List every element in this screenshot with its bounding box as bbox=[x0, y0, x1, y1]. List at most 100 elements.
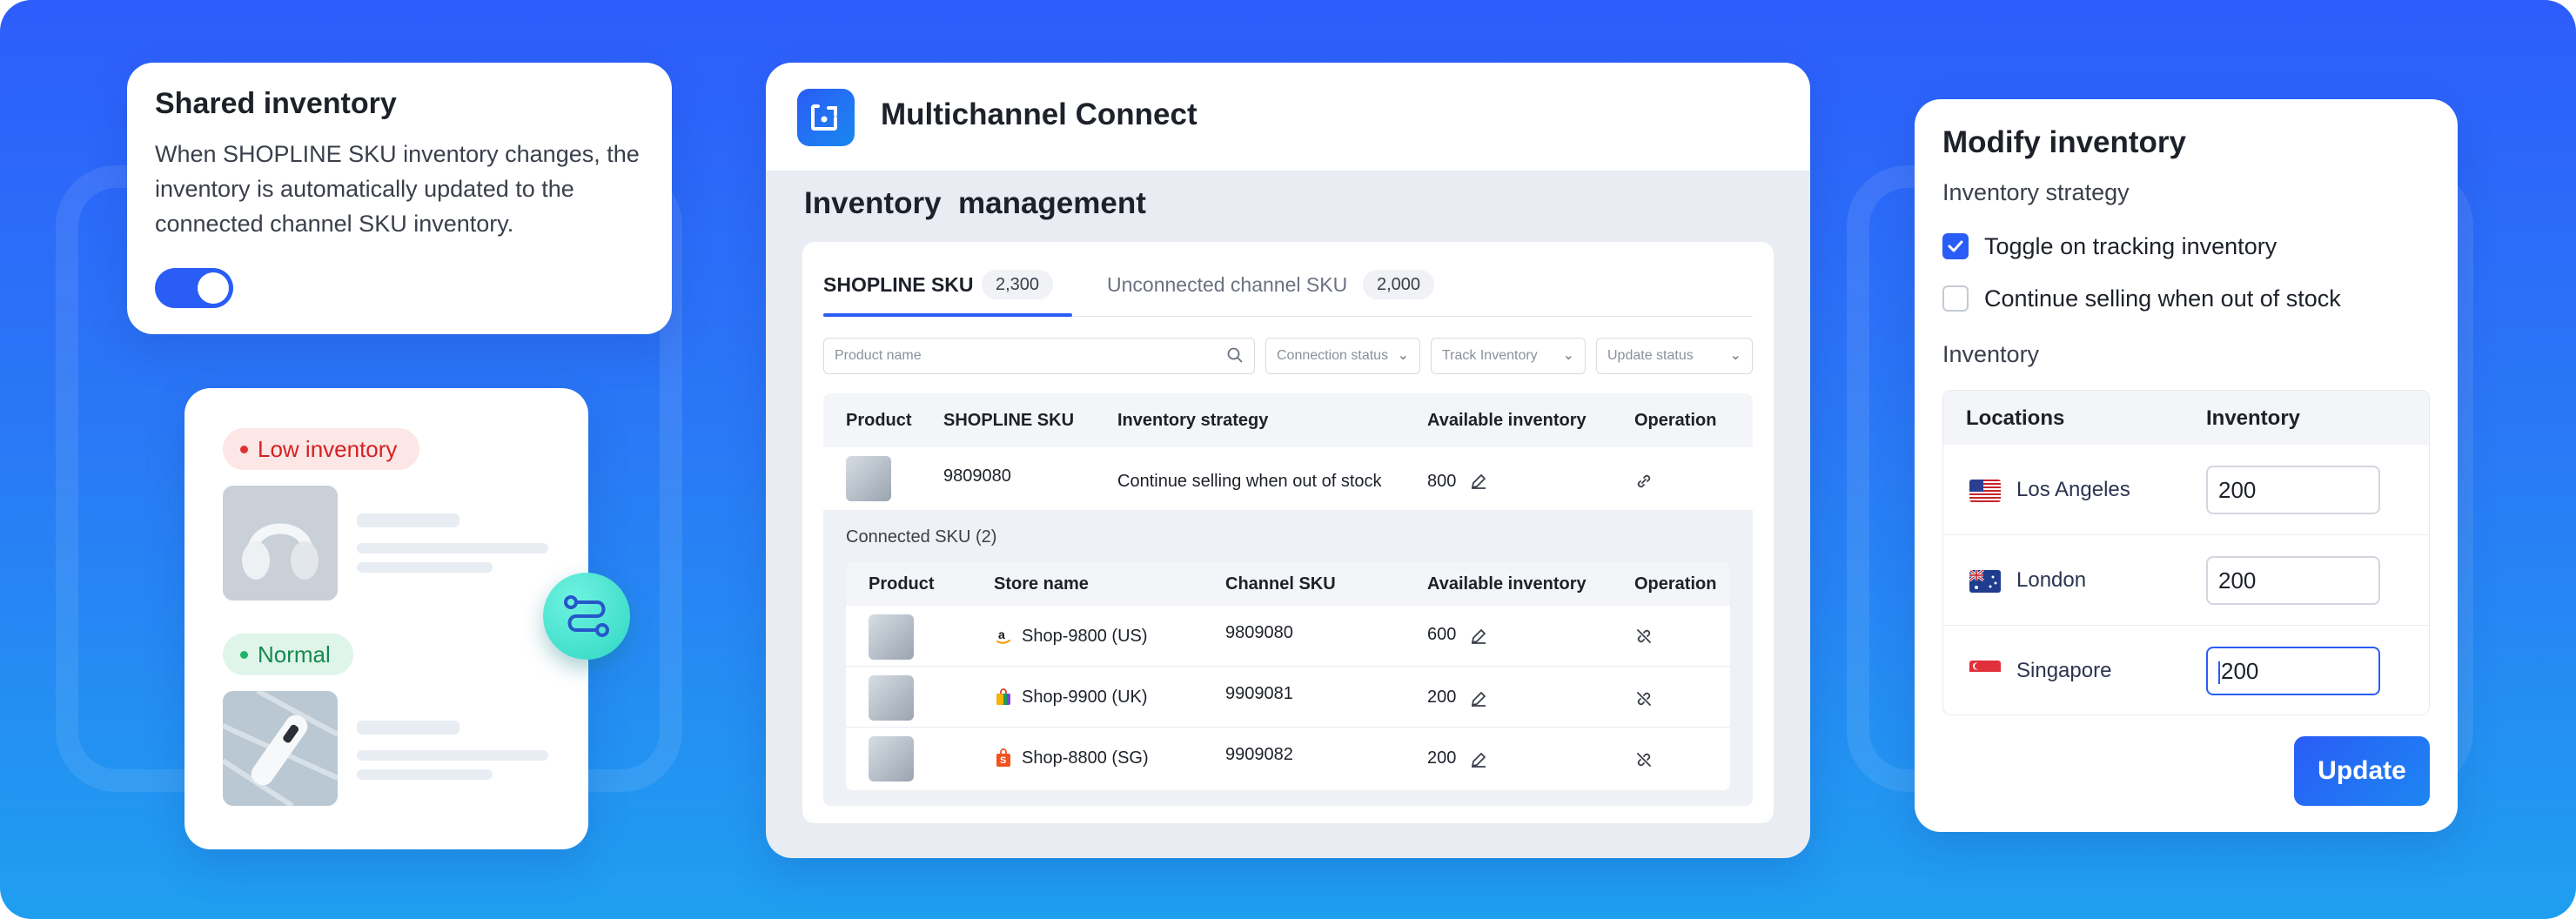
product-thumbnail bbox=[869, 675, 914, 721]
table-row[interactable]: 9809080 Continue selling when out of sto… bbox=[823, 447, 1753, 510]
product-thumbnail bbox=[869, 614, 914, 660]
strategy-cell: Continue selling when out of stock bbox=[1117, 472, 1382, 491]
search-icon bbox=[1227, 347, 1243, 363]
inventory-strategy-label: Inventory strategy bbox=[1942, 179, 2130, 205]
toggle-knob bbox=[198, 272, 229, 304]
skeleton-line bbox=[357, 769, 493, 780]
track-inventory-select[interactable]: Track Inventory ⌄ bbox=[1431, 338, 1586, 374]
shared-inventory-description: When SHOPLINE SKU inventory changes, the… bbox=[155, 141, 640, 237]
location-row: Singapore 200 bbox=[1943, 626, 2429, 714]
column-header: Operation bbox=[1634, 411, 1717, 430]
available-cell: 200 bbox=[1427, 748, 1457, 768]
chevron-down-icon: ⌄ bbox=[1397, 348, 1409, 363]
edit-icon[interactable] bbox=[1469, 689, 1488, 708]
us-flag-icon bbox=[1969, 480, 2001, 502]
tracking-checkbox[interactable] bbox=[1942, 233, 1969, 259]
sync-route-icon bbox=[564, 595, 609, 637]
pen-product-image bbox=[223, 691, 338, 806]
connection-status-select[interactable]: Connection status ⌄ bbox=[1265, 338, 1420, 374]
sync-button[interactable] bbox=[543, 573, 630, 660]
column-header: Available inventory bbox=[1427, 411, 1587, 430]
continue-selling-checkbox[interactable] bbox=[1942, 285, 1969, 312]
link-icon[interactable] bbox=[1634, 472, 1654, 491]
skeleton-line bbox=[357, 721, 460, 735]
location-row: Los Angeles 200 bbox=[1943, 445, 2429, 535]
shared-inventory-title: Shared inventory bbox=[155, 87, 397, 120]
inventory-input[interactable]: 200 bbox=[2206, 556, 2380, 605]
table-row[interactable]: S Shop-8800 (SG) 9909082 200 bbox=[846, 728, 1730, 788]
continue-selling-option-label[interactable]: Continue selling when out of stock bbox=[1984, 285, 2341, 312]
unlink-icon[interactable] bbox=[1634, 627, 1654, 646]
edit-icon[interactable] bbox=[1469, 472, 1488, 491]
inventory-input-value: 200 bbox=[2221, 658, 2259, 684]
text-cursor bbox=[2218, 661, 2220, 685]
app-title: Multichannel Connect bbox=[881, 97, 1197, 131]
column-header: Locations bbox=[1966, 406, 2065, 430]
chevron-down-icon: ⌄ bbox=[1562, 348, 1574, 363]
inventory-input[interactable]: 200 bbox=[2206, 647, 2380, 695]
shared-inventory-toggle[interactable] bbox=[155, 268, 233, 308]
tab-shopline-sku-count: 2,300 bbox=[982, 270, 1054, 299]
available-cell: 200 bbox=[1427, 688, 1457, 707]
search-placeholder: Product name bbox=[835, 348, 922, 363]
location-name: Los Angeles bbox=[2016, 478, 2130, 501]
location-name: Singapore bbox=[2016, 659, 2112, 682]
store-name-cell: Shop-9800 (US) bbox=[1022, 627, 1148, 646]
modify-inventory-card: Modify inventory Inventory strategy Togg… bbox=[1915, 99, 2458, 832]
location-row: London 200 bbox=[1943, 535, 2429, 626]
column-header: Inventory bbox=[2206, 406, 2301, 430]
normal-badge: Normal bbox=[223, 634, 353, 675]
skeleton-line bbox=[357, 513, 460, 527]
tab-unconnected-count: 2,000 bbox=[1363, 270, 1435, 299]
inventory-content: SHOPLINE SKU 2,300 Unconnected channel S… bbox=[802, 242, 1774, 823]
app-logo-icon bbox=[797, 89, 855, 146]
amazon-icon: a bbox=[996, 627, 1010, 644]
product-thumbnail bbox=[846, 456, 891, 501]
shopline-sku-cell: 9809080 bbox=[943, 466, 1011, 486]
update-status-label: Update status bbox=[1607, 348, 1694, 363]
shopee-icon: S bbox=[996, 748, 1010, 767]
active-tab-indicator bbox=[823, 313, 1072, 317]
svg-text:a: a bbox=[998, 627, 1005, 641]
available-cell: 600 bbox=[1427, 625, 1457, 644]
column-header: Product bbox=[869, 574, 935, 594]
au-flag-icon bbox=[1969, 570, 2001, 593]
column-header: SHOPLINE SKU bbox=[943, 411, 1075, 430]
tab-shopline-sku[interactable]: SHOPLINE SKU bbox=[823, 273, 974, 297]
available-cell: 800 bbox=[1427, 472, 1457, 491]
connected-table-header: Product Store name Channel SKU Available… bbox=[846, 562, 1730, 606]
column-header: Store name bbox=[994, 574, 1089, 594]
column-header: Inventory strategy bbox=[1117, 411, 1269, 430]
tracking-option-label[interactable]: Toggle on tracking inventory bbox=[1984, 233, 2277, 260]
check-icon bbox=[1948, 240, 1963, 252]
location-name: London bbox=[2016, 568, 2087, 592]
unlink-icon[interactable] bbox=[1634, 750, 1654, 769]
sku-table: Product SHOPLINE SKU Inventory strategy … bbox=[823, 393, 1753, 806]
headphones-product-image bbox=[223, 486, 338, 600]
unlink-icon[interactable] bbox=[1634, 689, 1654, 708]
inventory-label: Inventory bbox=[1942, 341, 2040, 367]
skeleton-line bbox=[357, 750, 548, 761]
table-row[interactable]: a Shop-9800 (US) 9809080 600 bbox=[846, 606, 1730, 667]
connected-sku-label: Connected SKU (2) bbox=[846, 527, 997, 547]
update-status-select[interactable]: Update status ⌄ bbox=[1596, 338, 1753, 374]
table-row[interactable]: Shop-9900 (UK) 9909081 200 bbox=[846, 667, 1730, 728]
product-status-card: Low inventory Normal bbox=[184, 388, 588, 849]
edit-icon[interactable] bbox=[1469, 750, 1488, 769]
column-header: Product bbox=[846, 411, 912, 430]
multichannel-connect-panel: Multichannel Connect Inventory managemen… bbox=[766, 63, 1810, 858]
edit-icon[interactable] bbox=[1469, 627, 1488, 646]
low-inventory-badge: Low inventory bbox=[223, 428, 420, 470]
update-button[interactable]: Update bbox=[2294, 736, 2430, 806]
app-header: Multichannel Connect bbox=[766, 63, 1810, 171]
channel-sku-cell: 9809080 bbox=[1225, 623, 1293, 642]
product-search-input[interactable]: Product name bbox=[823, 338, 1255, 374]
store-name-cell: Shop-8800 (SG) bbox=[1022, 748, 1149, 768]
channel-sku-cell: 9909082 bbox=[1225, 745, 1293, 764]
inventory-input[interactable]: 200 bbox=[2206, 466, 2380, 514]
column-header: Channel SKU bbox=[1225, 574, 1336, 594]
locations-table-header: Locations Inventory bbox=[1943, 391, 2429, 445]
skeleton-line bbox=[357, 543, 548, 553]
tab-unconnected-channel-sku[interactable]: Unconnected channel SKU bbox=[1107, 273, 1347, 297]
chevron-down-icon: ⌄ bbox=[1729, 348, 1741, 363]
